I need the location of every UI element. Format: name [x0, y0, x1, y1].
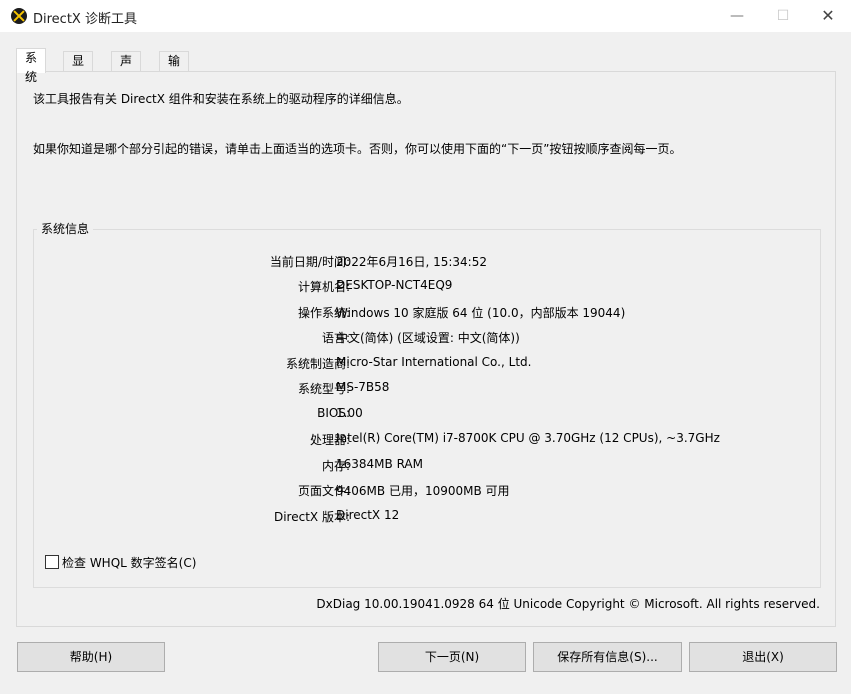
info-value: 9406MB 已用，10900MB 可用	[336, 484, 510, 498]
info-value: MS-7B58	[336, 380, 390, 394]
info-row-bios: BIOS: 1.00	[34, 406, 820, 426]
next-page-button[interactable]: 下一页(N)	[378, 642, 526, 672]
minimize-button[interactable]: —	[714, 0, 760, 32]
info-value: 中文(简体) (区域设置: 中文(简体))	[336, 331, 520, 345]
info-row-computer-name: 计算机名: DESKTOP-NCT4EQ9	[34, 278, 820, 298]
info-value: 16384MB RAM	[336, 457, 423, 471]
info-value: Intel(R) Core(TM) i7-8700K CPU @ 3.70GHz…	[336, 431, 720, 445]
info-value: 1.00	[336, 406, 363, 420]
whql-checkbox[interactable]	[45, 555, 59, 569]
info-row-model: 系统型号: MS-7B58	[34, 380, 820, 400]
tab-input[interactable]: 输入	[159, 51, 190, 87]
info-row-memory: 内存: 16384MB RAM	[34, 457, 820, 477]
maximize-button[interactable]: ☐	[760, 0, 806, 32]
info-value: DESKTOP-NCT4EQ9	[336, 278, 453, 292]
tab-display[interactable]: 显示	[63, 51, 94, 87]
close-button[interactable]: ✕	[805, 0, 851, 32]
info-value: DirectX 12	[336, 508, 400, 522]
intro-instructions: 如果你知道是哪个部分引起的错误，请单击上面适当的选项卡。否则，你可以使用下面的“…	[33, 142, 682, 156]
info-row-language: 语言: 中文(简体) (区域设置: 中文(简体))	[34, 329, 820, 349]
whql-checkbox-label[interactable]: 检查 WHQL 数字签名(C)	[62, 554, 196, 571]
system-info-group-label: 系统信息	[37, 220, 94, 237]
info-value: Windows 10 家庭版 64 位 (10.0，内部版本 19044)	[336, 306, 626, 320]
version-copyright-text: DxDiag 10.00.19041.0928 64 位 Unicode Cop…	[316, 597, 820, 611]
tab-system[interactable]: 系统	[16, 48, 47, 84]
exit-button[interactable]: 退出(X)	[689, 642, 837, 672]
info-row-processor: 处理器: Intel(R) Core(TM) i7-8700K CPU @ 3.…	[34, 431, 820, 451]
info-row-manufacturer: 系统制造商: Micro-Star International Co., Ltd…	[34, 355, 820, 375]
info-row-directx-version: DirectX 版本: DirectX 12	[34, 508, 820, 528]
help-button[interactable]: 帮助(H)	[17, 642, 165, 672]
title-bar: DirectX 诊断工具 — ☐ ✕	[0, 0, 851, 32]
info-row-os: 操作系统: Windows 10 家庭版 64 位 (10.0，内部版本 190…	[34, 304, 820, 324]
system-info-group: 当前日期/时间: 2022年6月16日, 15:34:52 计算机名: DESK…	[33, 229, 821, 588]
intro-text: 该工具报告有关 DirectX 组件和安装在系统上的驱动程序的详细信息。	[33, 92, 409, 106]
tab-sound[interactable]: 声音	[111, 51, 142, 87]
info-row-page-file: 页面文件: 9406MB 已用，10900MB 可用	[34, 482, 820, 502]
info-value: Micro-Star International Co., Ltd.	[336, 355, 532, 369]
info-row-datetime: 当前日期/时间: 2022年6月16日, 15:34:52	[34, 253, 820, 273]
info-value: 2022年6月16日, 15:34:52	[336, 255, 487, 269]
directx-app-icon	[11, 8, 27, 24]
system-tab-page: 该工具报告有关 DirectX 组件和安装在系统上的驱动程序的详细信息。 如果你…	[16, 71, 836, 627]
window-title: DirectX 诊断工具	[33, 12, 137, 27]
save-all-info-button[interactable]: 保存所有信息(S)...	[533, 642, 682, 672]
